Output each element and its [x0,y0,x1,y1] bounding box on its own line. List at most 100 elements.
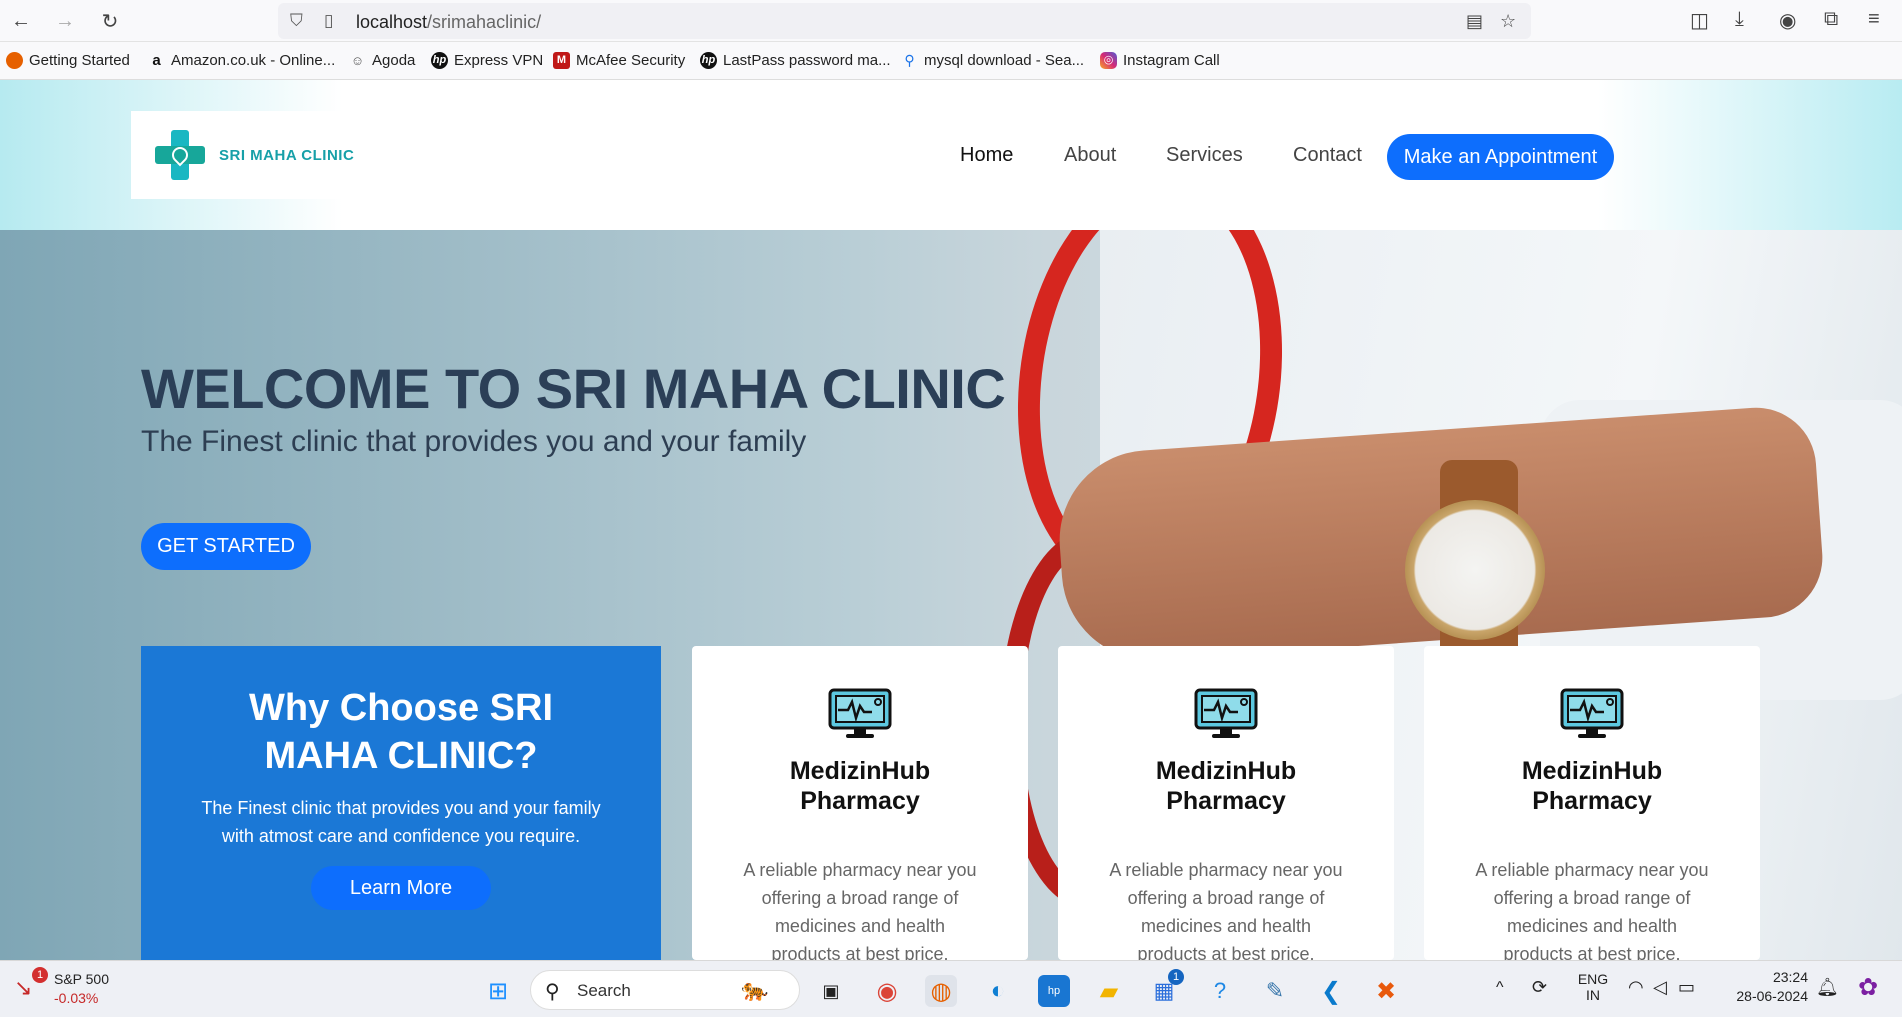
bookmark-item[interactable]: ☺ Agoda [349,52,416,69]
url-path: /srimahaclinic/ [427,12,542,32]
mcafee-icon: M [553,52,570,69]
bookmark-label: LastPass password ma... [723,52,891,69]
url-host: localhost [356,12,428,32]
windows-start-icon[interactable]: ⊞ [482,975,514,1007]
battery-icon[interactable]: ▭ [1678,977,1695,998]
stock-badge: 1 [32,967,48,983]
bookmark-item[interactable]: Getting Started [6,52,130,69]
menu-icon[interactable]: ≡ [1868,8,1880,31]
amazon-icon: a [152,52,161,69]
service-title: MedizinHub Pharmacy [1155,757,1297,815]
bookmark-item[interactable]: hp Express VPN [431,52,543,69]
extensions-icon[interactable]: ⧉ [1824,8,1838,31]
bookmark-item[interactable]: M McAfee Security [553,52,685,69]
why-choose-title: Why Choose SRI MAHA CLINIC? [248,687,554,777]
taskbar-search[interactable]: ⚲ Search 🐅 [530,970,800,1010]
shield-icon[interactable]: ⛉ [290,11,303,31]
file-explorer-icon[interactable]: ▰ [1093,975,1125,1007]
watch-image [1405,500,1545,640]
edge-icon[interactable]: ◐ [982,975,1014,1007]
volume-icon[interactable]: ◁ [1653,977,1667,998]
make-appointment-button[interactable]: Make an Appointment [1387,134,1614,180]
lang-bottom: IN [1586,987,1600,1003]
hero-title: WELCOME TO SRI MAHA CLINIC [141,357,1006,420]
language-indicator[interactable]: ENG IN [1576,971,1610,1003]
account-icon[interactable]: ◉ [1779,8,1796,33]
copilot-icon[interactable]: ✿ [1858,973,1878,1002]
medical-cross-icon [155,130,205,180]
wifi-icon[interactable]: ◠ [1628,977,1644,998]
clock-date: 28-06-2024 [1736,988,1808,1004]
python-icon[interactable]: ✎ [1259,975,1291,1007]
agoda-icon: ☺ [350,53,365,68]
stock-chart-icon: ↘ [14,975,33,1000]
notification-bell-icon[interactable]: 🔔︎ [1816,977,1839,998]
sync-icon[interactable]: ⟳ [1532,977,1547,998]
nav-contact[interactable]: Contact [1293,144,1362,167]
nav-home[interactable]: Home [960,144,1013,167]
why-choose-text: The Finest clinic that provides you and … [201,798,601,846]
bookmarks-bar: Getting Started a Amazon.co.uk - Online..… [0,42,1902,80]
service-text: A reliable pharmacy near you offering a … [743,860,977,960]
service-card[interactable]: MedizinHub Pharmacy A reliable pharmacy … [692,646,1028,960]
why-choose-card: Why Choose SRI MAHA CLINIC? The Finest c… [141,646,661,960]
task-view-icon[interactable]: ▣ [815,975,847,1007]
instagram-icon: ◎ [1100,52,1117,69]
bookmark-label: Getting Started [29,52,130,69]
browser-toolbar: ← → ↻ ⛉ ▯ localhost/srimahaclinic/ ▤ ☆ ◫… [0,0,1902,42]
hero-section: WELCOME TO SRI MAHA CLINIC The Finest cl… [0,230,1902,960]
chrome-icon[interactable]: ◉ [871,975,903,1007]
nav-services[interactable]: Services [1166,144,1243,167]
lang-top: ENG [1577,971,1609,987]
service-title: MedizinHub Pharmacy [789,757,931,815]
logo[interactable]: SRI MAHA CLINIC [131,111,366,199]
taskbar: ↘ 1 S&P 500 -0.03% ⊞ ⚲ Search 🐅 ▣ ◉ ◍ ◐ … [0,960,1902,1017]
bookmark-label: Express VPN [454,52,544,69]
download-icon[interactable]: ⤓ [1735,8,1744,31]
address-bar[interactable]: ⛉ ▯ localhost/srimahaclinic/ ▤ ☆ [278,3,1531,39]
bookmark-item[interactable]: ◎ Instagram Call [1100,52,1220,69]
back-arrow-icon[interactable]: ← [8,8,34,34]
service-title: MedizinHub Pharmacy [1521,757,1663,815]
reload-icon[interactable]: ↻ [97,8,123,34]
myhp-icon[interactable]: hp [1038,975,1070,1007]
help-icon[interactable]: ? [1204,975,1236,1007]
service-card[interactable]: MedizinHub Pharmacy A reliable pharmacy … [1058,646,1394,960]
nav-about[interactable]: About [1064,144,1116,167]
stock-widget[interactable]: ↘ 1 S&P 500 -0.03% [14,967,124,1011]
pocket-icon[interactable]: ◫ [1690,8,1709,33]
logo-text: SRI MAHA CLINIC [219,146,355,164]
clock-time: 23:24 [1772,969,1808,985]
vscode-icon[interactable]: ❮ [1315,975,1347,1007]
page-icon: ▯ [324,11,334,30]
stock-change: -0.03% [54,990,99,1006]
firefox-icon[interactable]: ◍ [925,975,957,1007]
firefox-icon [6,52,23,69]
learn-more-button[interactable]: Learn More [311,866,491,910]
bookmark-item[interactable]: a Amazon.co.uk - Online... [148,52,335,69]
store-icon[interactable]: ▦ 1 [1148,969,1184,1007]
bookmark-star-icon[interactable]: ☆ [1500,11,1516,32]
service-text: A reliable pharmacy near you offering a … [1475,860,1709,960]
chevron-up-icon[interactable]: ^ [1496,979,1504,997]
monitor-heartbeat-icon [1194,688,1258,740]
site-header: SRI MAHA CLINIC Home About Services Cont… [0,80,1902,230]
reader-view-icon[interactable]: ▤ [1466,11,1483,32]
hp-icon: hp [431,52,448,69]
url-text[interactable]: localhost/srimahaclinic/ [356,12,541,33]
bookmark-label: mysql download - Sea... [924,52,1085,69]
bookmark-label: McAfee Security [576,52,686,69]
bookmark-label: Instagram Call [1123,52,1220,69]
service-card[interactable]: MedizinHub Pharmacy A reliable pharmacy … [1424,646,1760,960]
bookmark-label: Amazon.co.uk - Online... [171,52,336,69]
hero-subtitle: The Finest clinic that provides you and … [141,425,807,458]
search-icon: ⚲ [545,981,560,1003]
xampp-icon[interactable]: ✖ [1370,975,1402,1007]
bookmark-item[interactable]: ⚲ mysql download - Sea... [901,52,1084,69]
bookmark-item[interactable]: hp LastPass password ma... [700,52,891,69]
forward-arrow-icon[interactable]: → [52,8,78,34]
service-text: A reliable pharmacy near you offering a … [1109,860,1343,960]
bookmark-label: Agoda [372,52,416,69]
clock[interactable]: 23:24 28-06-2024 [1728,969,1808,1004]
get-started-button[interactable]: GET STARTED [141,523,311,570]
